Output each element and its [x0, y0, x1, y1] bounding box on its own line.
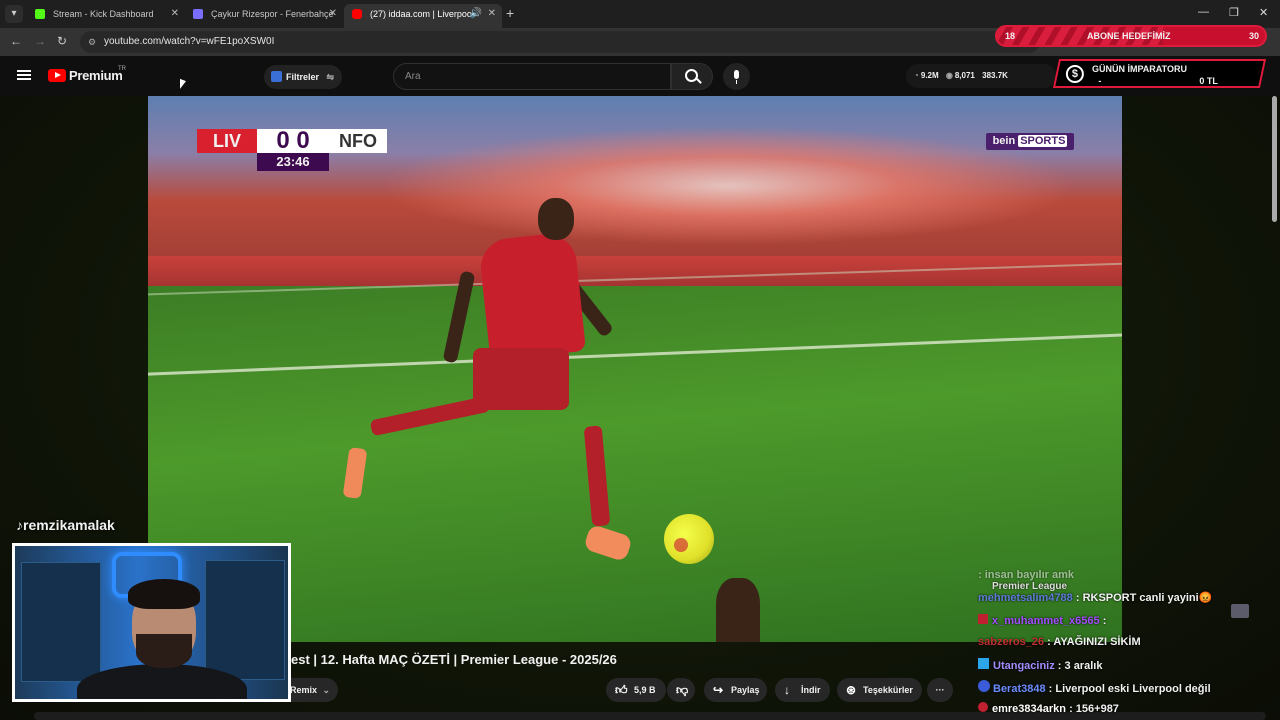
video-title: est | 12. Hafta MAÇ ÖZETİ | Premier Leag… [291, 652, 617, 667]
badge-icon [978, 614, 988, 624]
filters-label: Filtreler [286, 72, 320, 82]
youtube-premium-logo[interactable]: Premium [69, 68, 123, 83]
channel-stats: ◔ 9.2M ◉ 8,071 383.7K [906, 64, 1056, 88]
streamer-beard [136, 634, 192, 668]
tab-kick-dashboard[interactable]: Stream - Kick Dashboard ✕ [27, 4, 185, 28]
more-actions-button[interactable]: ··· [927, 678, 953, 702]
filter-extension-icon [271, 71, 282, 82]
tab-rizespor[interactable]: Çaykur Rizespor - Fenerbahçe ✕ [185, 4, 343, 28]
tiktok-handle: ♪remzikamalak [16, 517, 115, 533]
close-tab-icon[interactable]: ✕ [171, 4, 179, 24]
thumbs-down-icon: 👎︎ [676, 683, 689, 697]
dislike-button[interactable]: 👎︎ [667, 678, 695, 702]
second-player-head [716, 578, 760, 642]
microphone-icon[interactable] [723, 63, 750, 90]
close-tab-icon[interactable]: ✕ [488, 4, 496, 24]
download-icon: ↓ [784, 683, 790, 697]
emperor-title: GÜNÜN İMPARATORU [1091, 64, 1187, 74]
chat-message: Utangaciniz : 3 aralık [978, 658, 1102, 672]
tab-label: Stream - Kick Dashboard [53, 9, 154, 19]
thanks-button[interactable]: ⊛ Teşekkürler [837, 678, 922, 702]
thanks-dollar-icon: ⊛ [846, 683, 857, 697]
chat-message: sabzeros_26 : AYAĞINIZI SİKİM [978, 636, 1141, 648]
bein-sports-logo: bein SPORTS [986, 133, 1074, 150]
minimize-icon[interactable]: — [1198, 6, 1209, 18]
speaker-icon[interactable]: 🔊 [470, 4, 482, 24]
menu-icon[interactable] [17, 70, 31, 80]
more-icon: ··· [935, 685, 945, 695]
youtube-icon [352, 9, 362, 19]
goal-target: 30 [1248, 31, 1259, 41]
emperor-name: - [1098, 76, 1102, 86]
tab-search-button[interactable]: ▾ [5, 5, 23, 23]
sliders-icon: ⇋ [326, 72, 334, 82]
tiktok-icon: ♪ [16, 517, 23, 533]
reload-icon[interactable]: ↻ [57, 34, 67, 48]
share-icon: ↪ [713, 683, 724, 697]
back-arrow-icon[interactable]: ← [10, 34, 22, 48]
dollar-coin-icon: $ [1065, 65, 1084, 83]
video-player[interactable]: LIV 0 0 NFO 23:46 bein SPORTS [148, 96, 1122, 642]
chevron-down-icon: ⌄ [322, 685, 330, 695]
away-team: NFO [329, 129, 387, 153]
kick-icon [35, 9, 45, 19]
play-badge-icon [978, 658, 989, 669]
emperor-amount: 0 TL [1199, 76, 1218, 86]
tab-youtube-active[interactable]: (27) iddaa.com | Liverpool 🔊 ✕ [344, 4, 502, 28]
shelf-left [21, 562, 101, 682]
chat-message: emre3834arkn : 156+987 [978, 702, 1119, 715]
thumbs-up-icon: 👍︎ [615, 683, 628, 697]
match-clock: 23:46 [257, 153, 329, 171]
url-text: youtube.com/watch?v=wFE1poXSW0I [104, 36, 275, 47]
home-team: LIV [197, 129, 257, 153]
chat-message: : insan bayılır amk [978, 569, 1074, 581]
chat-message: Berat3848 : Liverpool eski Liverpool değ… [978, 680, 1211, 695]
avatar-badge-icon [978, 680, 990, 692]
like-button[interactable]: 👍︎ 5,9 B [606, 678, 666, 702]
stat-subscribers: ◔ 9.2M [914, 71, 939, 80]
filters-button[interactable]: Filtreler ⇋ [264, 65, 342, 89]
search-icon[interactable] [671, 63, 713, 90]
score: 0 0 [257, 129, 329, 153]
maximize-icon[interactable]: ❐ [1229, 6, 1239, 19]
page-scrollbar[interactable] [1272, 96, 1277, 222]
remix-button[interactable]: Remix ⌄ [290, 678, 338, 702]
shelf-right [205, 560, 285, 680]
views-icon: ◔ [914, 71, 919, 80]
site-info-icon[interactable]: ⚙ [88, 31, 96, 53]
youtube-logo-icon[interactable] [48, 69, 66, 82]
goal-title: ABONE HEDEFİMİZ [1087, 31, 1171, 41]
emperor-of-the-day-overlay: $ GÜNÜN İMPARATORU - 0 TL [1052, 59, 1267, 88]
tab-label: Çaykur Rizespor - Fenerbahçe [211, 9, 334, 19]
streamer-webcam [12, 543, 291, 702]
chat-message: x_muhammet_x6565 : [978, 614, 1106, 627]
football [664, 514, 714, 564]
site-icon [193, 9, 203, 19]
eye-icon: ◉ [945, 71, 953, 80]
subscriber-goal-overlay: 18 ABONE HEDEFİMİZ 30 [995, 25, 1267, 47]
chat-message: mehmetsalim4788 : RKSPORT canli yayini😡 [978, 592, 1213, 604]
stat-videos: ◉ 8,071 [945, 71, 975, 80]
close-tab-icon[interactable]: ✕ [329, 4, 337, 24]
new-tab-button[interactable]: + [506, 5, 514, 21]
close-window-icon[interactable]: ✕ [1259, 6, 1268, 19]
stream-chat-overlay: : insan bayılır amk mehmetsalim4788 : RK… [978, 567, 1258, 717]
streamer-hair [128, 579, 200, 609]
download-button[interactable]: ↓ İndir [775, 678, 830, 702]
mouse-cursor-icon [180, 78, 186, 92]
scoreboard: LIV 0 0 NFO 23:46 [197, 129, 387, 171]
goal-current: 18 [1005, 31, 1016, 41]
tab-label: (27) iddaa.com | Liverpool [370, 9, 474, 19]
heart-badge-icon [978, 702, 988, 712]
country-code: TR [118, 66, 126, 72]
forward-arrow-icon[interactable]: → [34, 34, 46, 48]
url-field[interactable]: ⚙ youtube.com/watch?v=wFE1poXSW0I [80, 31, 1040, 53]
share-button[interactable]: ↪ Paylaş [704, 678, 767, 702]
stat-views: 383.7K [982, 71, 1008, 80]
browser-tab-bar: ▾ Stream - Kick Dashboard ✕ Çaykur Rizes… [0, 0, 1280, 28]
search-input[interactable]: Ara [393, 63, 671, 90]
